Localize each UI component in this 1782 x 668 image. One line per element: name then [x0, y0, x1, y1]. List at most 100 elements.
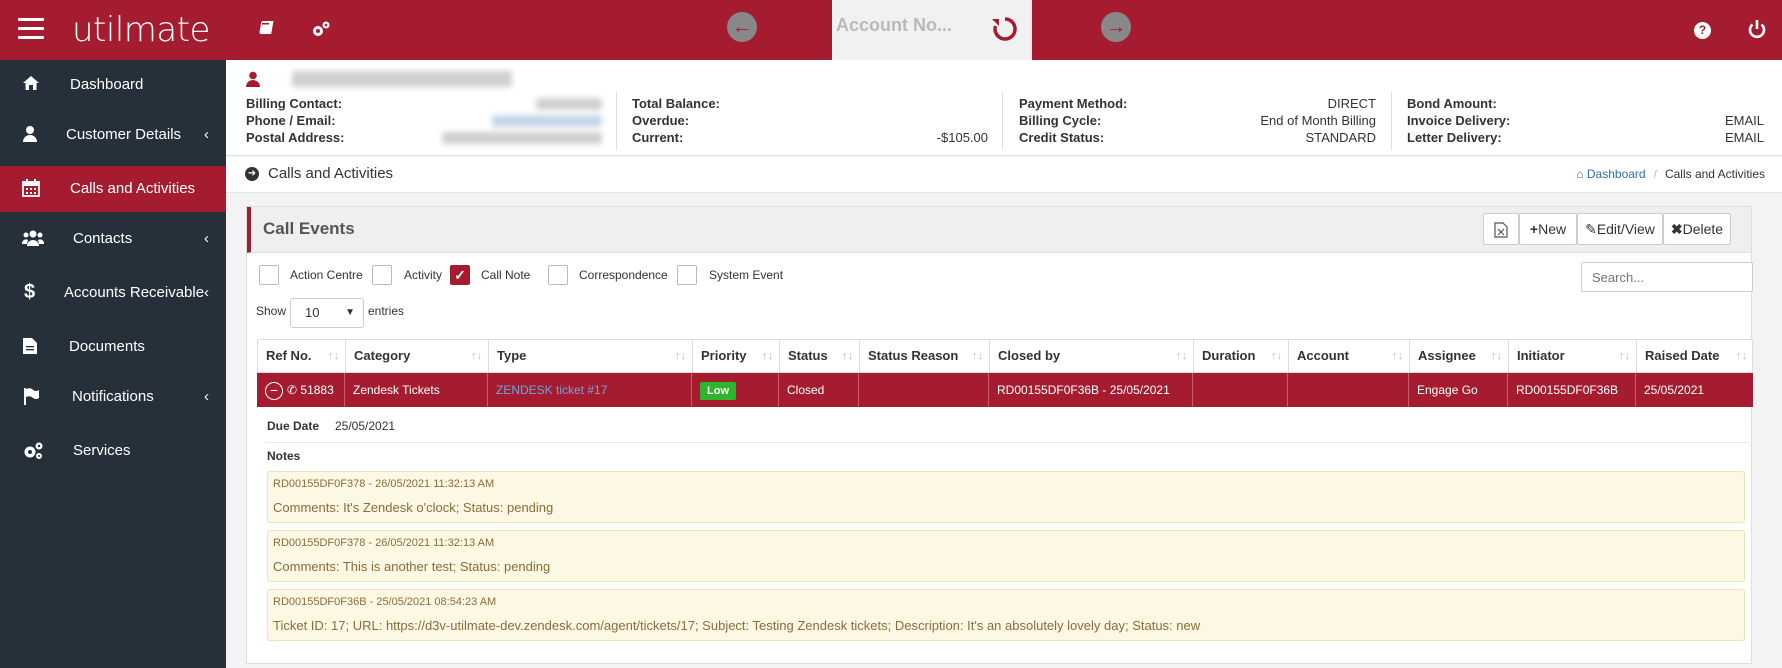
divider: [616, 92, 617, 150]
collapse-row-icon[interactable]: −: [265, 381, 283, 400]
priority-badge: Low: [700, 382, 736, 400]
column-header-initiator[interactable]: Initiator ↑↓: [1509, 340, 1637, 372]
column-header-priority[interactable]: Priority ↑↓: [693, 340, 780, 372]
note-text: Comments: This is another test; Status: …: [273, 559, 551, 574]
cell-closed-by: RD00155DF0F36B - 25/05/2021: [989, 373, 1193, 407]
sidebar-item-calls-and-activities[interactable]: Calls and Activities: [0, 166, 226, 212]
column-header-assignee[interactable]: Assignee ↑↓: [1410, 340, 1509, 372]
redacted-customer-name: [292, 71, 512, 87]
cell-assignee: Engage Go: [1409, 373, 1508, 407]
reload-icon[interactable]: [990, 14, 1020, 44]
redacted-value: [492, 115, 602, 127]
credit-status: Credit Status: STANDARD: [1019, 130, 1376, 145]
cell-category: Zendesk Tickets: [345, 373, 488, 407]
entries-select[interactable]: 10 ▼: [290, 298, 364, 328]
account-tab-label: Account No...: [836, 15, 952, 35]
table-row[interactable]: − ✆ 51883 Zendesk Tickets ZENDESK ticket …: [257, 373, 1753, 407]
power-icon[interactable]: [1746, 18, 1768, 40]
invoice-delivery: Invoice Delivery: EMAIL: [1407, 113, 1764, 128]
pencil-icon: ✎: [1585, 221, 1597, 237]
forward-arrow-icon[interactable]: →: [1101, 12, 1131, 42]
sidebar-item-accounts-receivable[interactable]: $ Accounts Receivable ‹: [0, 270, 226, 316]
breadcrumb-home-link[interactable]: ⌂ Dashboard: [1576, 167, 1645, 181]
dollar-icon: $: [24, 281, 36, 303]
users-icon: [21, 229, 45, 249]
sort-icon: ↑↓: [1176, 350, 1187, 362]
checkbox-label: Correspondence: [579, 268, 668, 282]
cogs-icon: [22, 441, 43, 461]
sort-icon: ↑↓: [762, 350, 773, 362]
menu-icon[interactable]: [18, 18, 44, 40]
sidebar-item-customer-details[interactable]: Customer Details ‹: [0, 112, 226, 158]
sidebar-item-label: Customer Details: [66, 126, 182, 143]
checkbox-label: Action Centre: [290, 268, 363, 282]
sidebar-item-label: Calls and Activities: [70, 180, 196, 197]
column-header-type[interactable]: Type ↑↓: [489, 340, 693, 372]
cell-duration: [1193, 373, 1288, 407]
column-header-ref-no[interactable]: Ref No. ↑↓: [258, 340, 346, 372]
note-item: RD00155DF0F378 - 26/05/2021 11:32:13 AM …: [267, 530, 1745, 582]
chevron-left-icon: ‹: [204, 284, 209, 301]
divider: [1002, 92, 1003, 150]
top-bar: utilmate ← Account No... → ?: [0, 0, 1782, 60]
table-header: Ref No. ↑↓ Category ↑↓ Type ↑↓ Priority ↑↓ S…: [257, 339, 1753, 373]
checkbox-call-note[interactable]: ✓: [450, 265, 470, 285]
note-item: RD00155DF0F378 - 26/05/2021 11:32:13 AM …: [267, 471, 1745, 523]
column-header-status-reason[interactable]: Status Reason ↑↓: [860, 340, 990, 372]
checkbox-activity[interactable]: [372, 265, 392, 285]
sort-icon: ↑↓: [972, 350, 983, 362]
checkbox-system-event[interactable]: [677, 265, 697, 285]
home-icon: ⌂: [1576, 167, 1584, 181]
sidebar-item-label: Contacts: [73, 230, 133, 247]
column-header-raised-date[interactable]: Raised Date ↑↓: [1637, 340, 1753, 372]
cell-raised-date: 25/05/2021: [1644, 383, 1705, 397]
phone-icon: ✆: [287, 383, 298, 397]
bond-amount: Bond Amount:: [1407, 96, 1497, 111]
sidebar-item-label: Dashboard: [70, 76, 144, 93]
column-header-account[interactable]: Account ↑↓: [1289, 340, 1410, 372]
divider: [265, 442, 1749, 443]
new-button[interactable]: +New: [1519, 213, 1577, 245]
delete-button[interactable]: ✖Delete: [1663, 213, 1731, 245]
back-arrow-icon[interactable]: ←: [727, 12, 757, 42]
overdue: Overdue:: [632, 113, 690, 128]
sidebar-item-contacts[interactable]: Contacts ‹: [0, 216, 226, 262]
search-input[interactable]: [1581, 262, 1753, 292]
panel-title: Call Events: [263, 219, 355, 238]
chevron-left-icon: ‹: [204, 126, 209, 143]
column-header-status[interactable]: Status ↑↓: [780, 340, 860, 372]
help-icon[interactable]: ?: [1694, 22, 1711, 39]
breadcrumb-current: Calls and Activities: [1664, 167, 1765, 181]
checkbox-action-centre[interactable]: [259, 265, 279, 285]
sidebar-item-services[interactable]: Services: [0, 428, 226, 474]
call-events-panel: Call Events +New ✎Edit/View ✖Delete Acti…: [246, 206, 1753, 664]
sidebar-item-documents[interactable]: Documents: [0, 324, 226, 370]
billing-cycle: Billing Cycle: End of Month Billing: [1019, 113, 1376, 128]
column-header-duration[interactable]: Duration ↑↓: [1194, 340, 1289, 372]
sidebar: Dashboard Customer Details ‹ Calls and A…: [0, 60, 226, 668]
ticket-link[interactable]: ZENDESK ticket #17: [496, 383, 607, 397]
account-tab[interactable]: Account No...: [832, 0, 1032, 60]
sidebar-item-notifications[interactable]: Notifications ‹: [0, 374, 226, 420]
redacted-value: [442, 132, 602, 144]
due-date-value: 25/05/2021: [335, 419, 396, 433]
close-icon: ✖: [1670, 221, 1683, 237]
sidebar-item-dashboard[interactable]: Dashboard: [0, 62, 226, 108]
checkbox-correspondence[interactable]: [548, 265, 568, 285]
payment-method: Payment Method: DIRECT: [1019, 96, 1376, 111]
app-logo[interactable]: utilmate: [72, 10, 210, 50]
edit-view-button[interactable]: ✎Edit/View: [1577, 213, 1663, 245]
due-date-label: Due Date: [267, 419, 320, 433]
book-icon[interactable]: [256, 18, 282, 44]
sort-icon: ↑↓: [1392, 350, 1403, 362]
column-header-closed-by[interactable]: Closed by ↑↓: [990, 340, 1194, 372]
arrow-circle-right-icon: ➜: [245, 167, 259, 181]
column-header-category[interactable]: Category ↑↓: [346, 340, 489, 372]
cogs-icon[interactable]: [310, 18, 336, 44]
sidebar-item-label: Documents: [69, 338, 145, 355]
export-excel-button[interactable]: [1483, 213, 1519, 245]
cell-priority: Low: [692, 373, 779, 407]
current-balance: Current: -$105.00: [632, 130, 988, 145]
customer-summary: Billing Contact: Phone / Email: Postal A…: [226, 60, 1782, 156]
checkbox-label: Activity: [404, 268, 443, 282]
